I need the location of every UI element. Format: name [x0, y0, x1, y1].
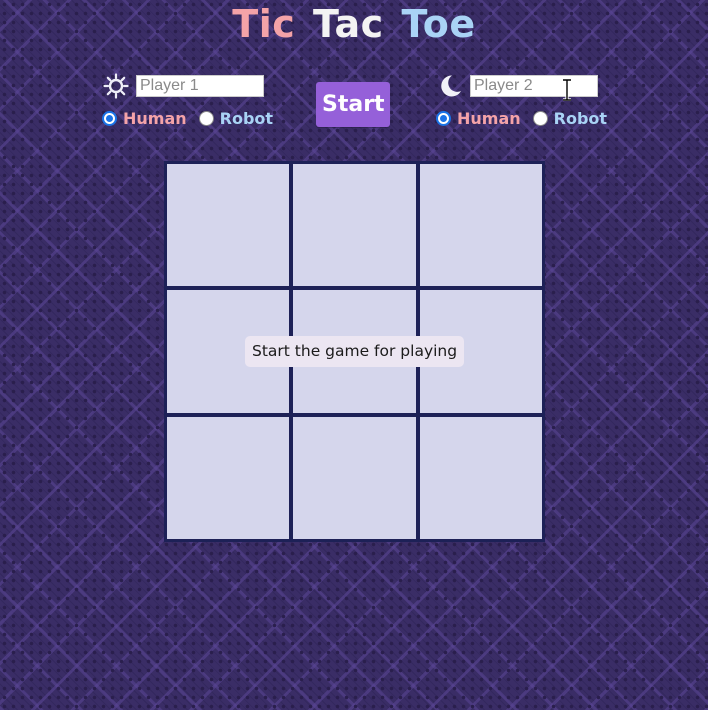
title-word-toe: Toe	[401, 2, 476, 46]
player-1-name-input[interactable]	[136, 75, 264, 97]
player-1-panel: Human Robot	[102, 71, 285, 128]
board-cell[interactable]	[167, 416, 290, 539]
player-2-panel: Human Robot	[436, 71, 619, 128]
player-2-human-label: Human	[457, 109, 521, 128]
board-cell[interactable]	[167, 164, 290, 287]
player-1-human-label: Human	[123, 109, 187, 128]
board-cell[interactable]	[293, 416, 416, 539]
text-cursor-icon	[563, 79, 571, 101]
sun-icon	[102, 72, 130, 100]
status-message: Start the game for playing	[245, 336, 465, 367]
player-2-robot-radio[interactable]	[532, 111, 548, 126]
player-1-robot-label: Robot	[219, 109, 274, 128]
board-cell[interactable]	[419, 164, 542, 287]
game-title: Tic Tac Toe	[0, 2, 708, 46]
start-button[interactable]: Start	[316, 82, 390, 127]
title-word-tic: Tic	[232, 2, 296, 46]
player-1-human-radio[interactable]	[102, 111, 117, 126]
title-word-tac: Tac	[313, 2, 384, 46]
player-2-name-input[interactable]	[470, 75, 598, 97]
player-2-robot-label: Robot	[553, 109, 608, 128]
board-cell[interactable]	[419, 416, 542, 539]
moon-icon	[436, 72, 464, 100]
player-1-robot-radio[interactable]	[198, 111, 214, 126]
board-cell[interactable]	[293, 164, 416, 287]
player-2-human-radio[interactable]	[436, 111, 451, 126]
